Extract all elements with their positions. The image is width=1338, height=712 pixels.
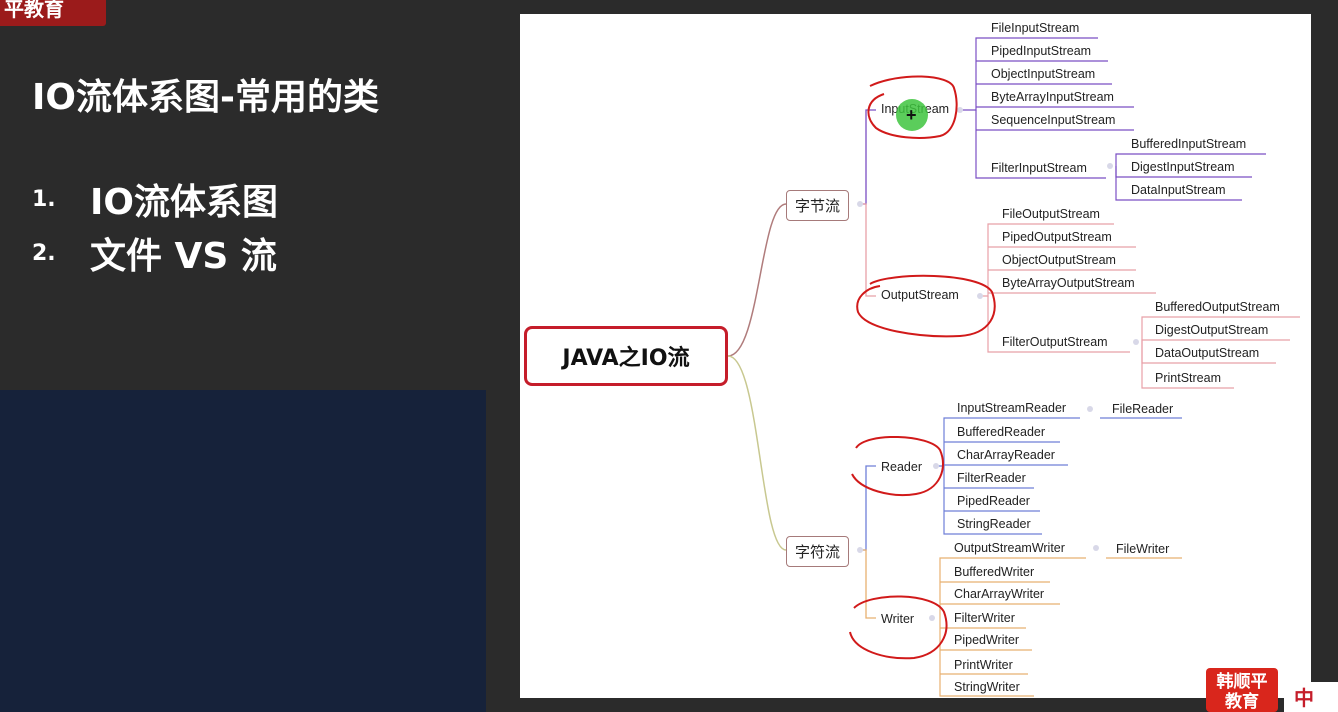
mindmap-leaf: FileOutputStream [1002,207,1100,221]
mindmap-leaf: PipedInputStream [991,44,1092,58]
outline-text: IO流体系图 [90,182,278,223]
mindmap-leaf: InputStreamReader [957,401,1067,415]
outline-number: 1. [32,186,56,212]
mindmap-leaf: BufferedInputStream [1131,137,1247,151]
outline-text: 文件 VS 流 [90,236,277,277]
mindmap-leaf: PipedOutputStream [1002,230,1112,244]
mindmap-leaf: DigestOutputStream [1155,323,1269,337]
mindmap-leaf: ByteArrayOutputStream [1002,276,1135,290]
mindmap-leaf: BufferedWriter [954,565,1035,579]
reader-node: Reader [881,460,922,474]
slide-title: IO流体系图-常用的类 [32,77,379,118]
mindmap-root: JAVA之IO流 [524,326,728,386]
outline-item: 1. IO流体系图 [32,172,278,226]
writer-node: Writer [881,612,915,626]
mindmap-leaf: ObjectInputStream [991,67,1096,81]
mindmap-leaf: ObjectOutputStream [1002,253,1116,267]
mindmap-leaf: PrintStream [1155,371,1221,385]
mindmap-leaf: PipedReader [957,494,1030,508]
mindmap-panel: JAVA之IO流 字节流 字符流 InputStream OutputStrea… [520,14,1311,698]
mindmap-leaf: CharArrayReader [957,448,1055,462]
cursor-crosshair-icon: + [906,105,917,125]
language-toggle[interactable]: 中 [1284,682,1338,712]
byte-stream-node: 字节流 [786,190,850,221]
outline-item: 2. 文件 VS 流 [32,226,278,280]
mindmap-leaf: CharArrayWriter [954,587,1045,601]
mindmap-leaf: FileWriter [1116,542,1170,556]
mindmap-leaf: BufferedOutputStream [1155,300,1280,314]
char-stream-node: 字符流 [786,536,850,567]
outline-list: 1. IO流体系图 2. 文件 VS 流 [32,172,278,280]
outputstream-node: OutputStream [881,288,959,302]
mindmap-leaf: SequenceInputStream [991,113,1116,127]
mindmap-leaf: DataInputStream [1131,183,1226,197]
mindmap-leaf: FileReader [1112,402,1174,416]
mindmap-leaf: FilterReader [957,471,1026,485]
brand-logo: 韩顺平 教育 [1206,668,1278,712]
mindmap-leaf: FilterOutputStream [1002,335,1108,349]
outline-number: 2. [32,240,56,266]
mindmap-leaf: FileInputStream [991,21,1080,35]
mindmap-leaf: StringReader [957,517,1031,531]
mindmap-leaf: FilterWriter [954,611,1015,625]
mindmap-leaf: DataOutputStream [1155,346,1260,360]
mindmap-leaf: DigestInputStream [1131,160,1235,174]
mindmap-leaf: PipedWriter [954,633,1020,647]
mindmap-leaf: FilterInputStream [991,161,1087,175]
mindmap-leaf: StringWriter [954,680,1020,694]
mindmap-leaf: BufferedReader [957,425,1046,439]
mindmap-leaf: PrintWriter [954,658,1013,672]
mindmap-leaf: OutputStreamWriter [954,541,1065,555]
brand-tag: 平教育 [0,0,106,26]
mindmap-leaf: ByteArrayInputStream [991,90,1114,104]
video-panel [0,390,486,712]
